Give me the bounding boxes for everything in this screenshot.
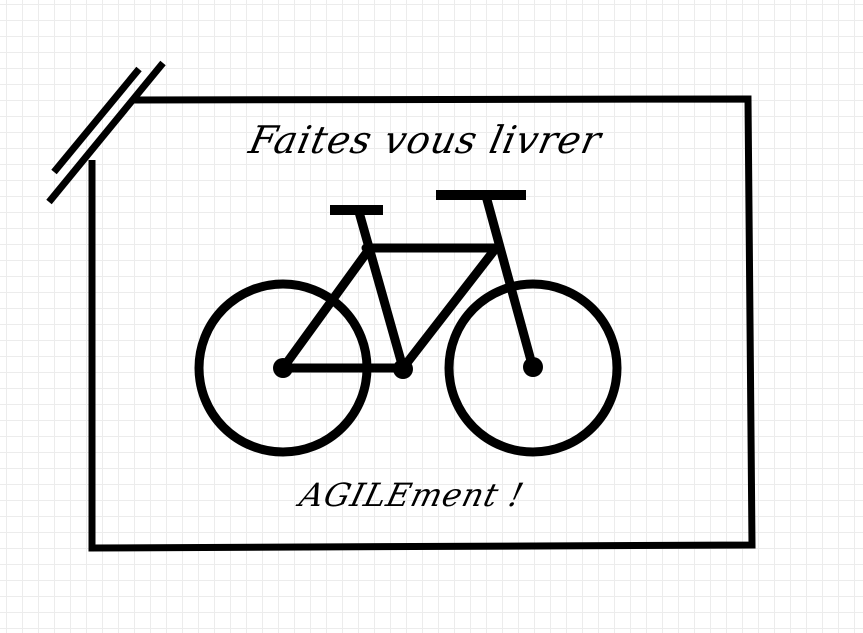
tape-mark-line (46, 60, 166, 205)
whiteboard-canvas: Faites vous livrer AGILEment ! (0, 0, 863, 633)
tagline-text: AGILEment ! (295, 476, 529, 514)
rear-hub (273, 358, 293, 378)
headline-text: Faites vous livrer (245, 118, 606, 162)
front-hub (523, 357, 543, 377)
bicycle-frame (278, 191, 538, 373)
card-drawing (46, 60, 756, 552)
bicycle-icon (194, 190, 622, 457)
tape-marks (46, 60, 166, 205)
pedal-crank (393, 359, 413, 379)
tape-mark-line (51, 66, 142, 175)
